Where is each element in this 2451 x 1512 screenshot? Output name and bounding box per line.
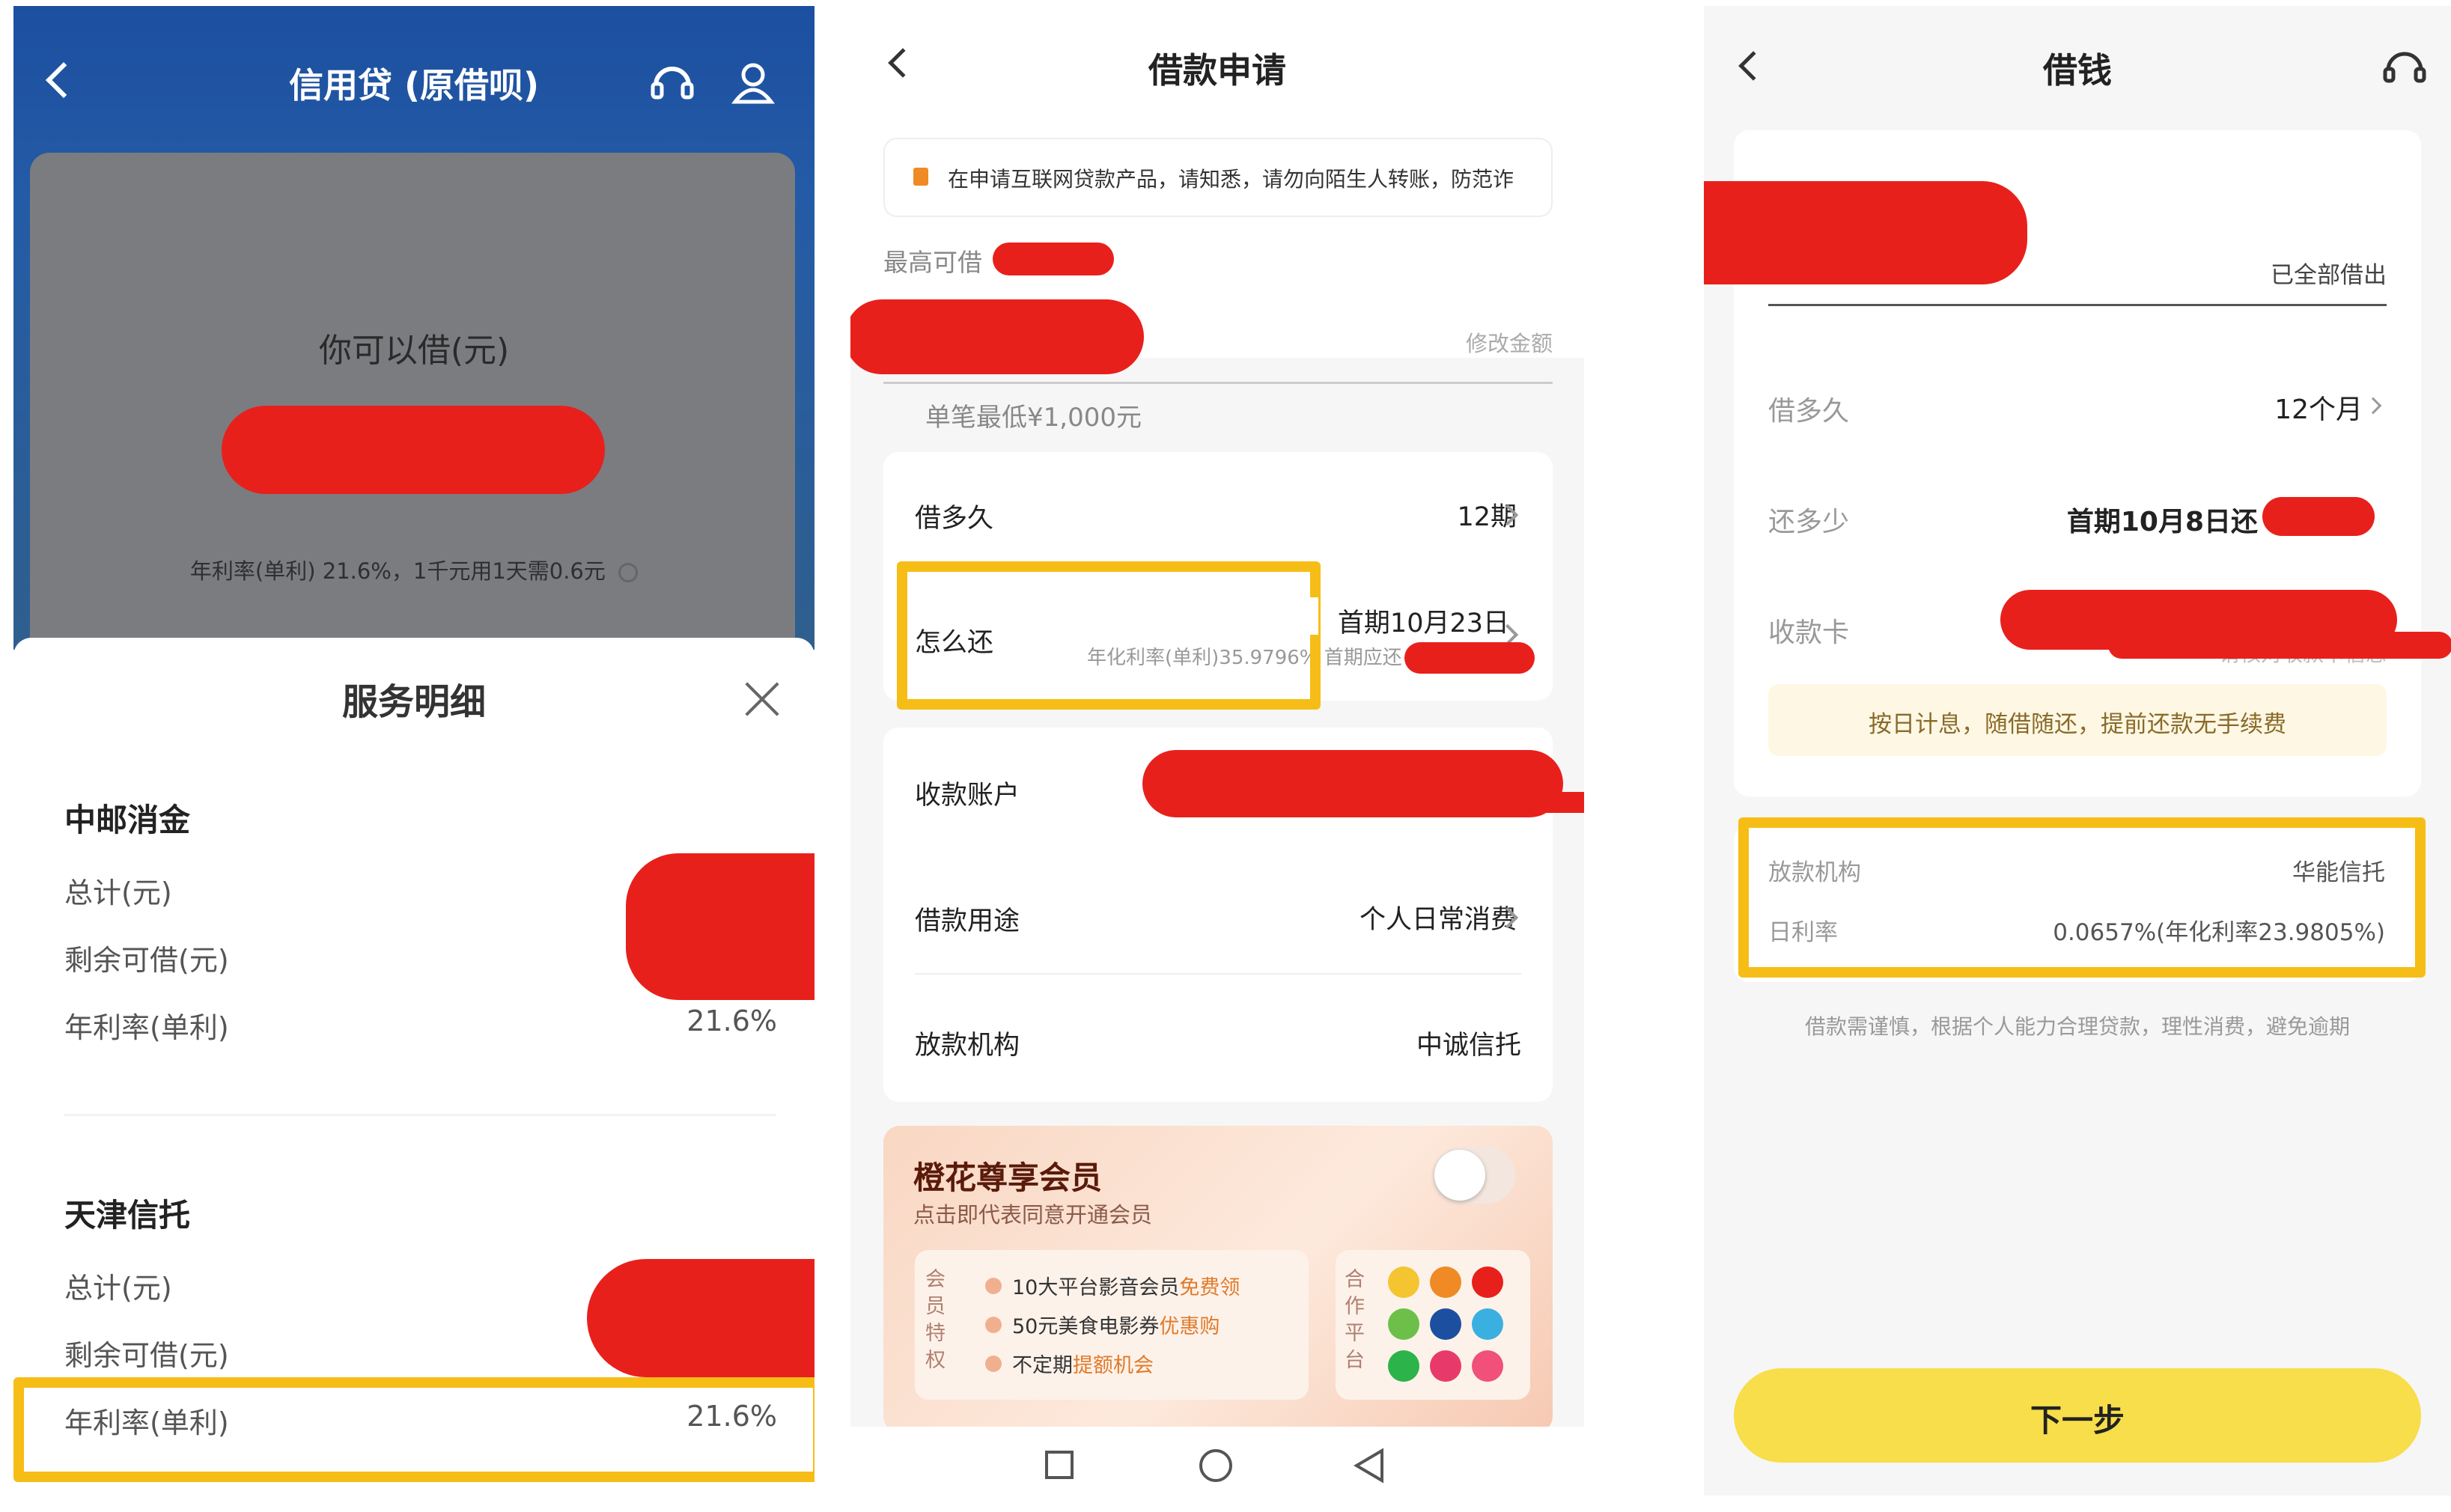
partner-logo-icon	[1388, 1308, 1419, 1340]
triangle-nav-icon[interactable]	[1352, 1448, 1386, 1484]
row-label: 剩余可借(元)	[64, 1339, 229, 1372]
perk-check-icon	[985, 1356, 1002, 1372]
circle-nav-icon[interactable]	[1199, 1449, 1232, 1482]
section-name: 中邮消金	[64, 802, 191, 838]
repay-label: 还多少	[1768, 507, 1850, 537]
term-label: 借多久	[915, 504, 994, 534]
highlight-gap	[1308, 597, 1318, 635]
row-value: 21.6%	[686, 1005, 777, 1037]
min-note: 单笔最低¥1,000元	[925, 403, 1142, 433]
partner-logo-icon	[1430, 1308, 1461, 1340]
lender-value: 中诚信托	[1416, 1031, 1521, 1061]
notice-bar: 在申请互联网贷款产品，请知悉，请勿向陌生人转账，防范诈	[883, 138, 1553, 217]
perk-highlight: 优惠购	[1159, 1315, 1220, 1338]
headset-icon[interactable]	[648, 58, 696, 106]
perk-text: 不定期	[1012, 1354, 1073, 1377]
rate-highlight-box	[13, 1377, 815, 1482]
repay-highlight-box	[897, 561, 1321, 710]
square-nav-icon[interactable]	[1045, 1451, 1074, 1479]
amount-underline	[1768, 304, 2387, 306]
card-label: 收款卡	[1768, 618, 1850, 648]
panel-loan-application: 借款申请 在申请互联网贷款产品，请知悉，请勿向陌生人转账，防范诈 最高可借 修改…	[850, 6, 1584, 1496]
perk-highlight: 提额机会	[1073, 1354, 1154, 1377]
member-toggle[interactable]	[1433, 1147, 1515, 1204]
lender-highlight-box	[1738, 817, 2426, 978]
toggle-knob	[1434, 1150, 1485, 1201]
partner-logo-icon	[1388, 1266, 1419, 1298]
next-button-label: 下一步	[2030, 1402, 2125, 1439]
user-icon[interactable]	[731, 60, 776, 105]
redacted-repay	[1404, 642, 1535, 674]
rate-line-text: 年利率(单利) 21.6%，1千元用1天需0.6元	[189, 558, 606, 584]
redacted-card-tail	[2108, 632, 2451, 659]
partner-logo-icon	[1472, 1266, 1503, 1298]
row-divider	[915, 973, 1521, 975]
perk-item: 10大平台影音会员免费领	[985, 1271, 1240, 1300]
max-label: 最高可借	[883, 248, 982, 277]
footer-note: 借款需谨慎，根据个人能力合理贷款，理性消费，避免逾期	[1804, 1014, 2350, 1039]
perk-check-icon	[985, 1317, 1002, 1333]
daily-interest-text: 按日计息，随借随还，提前还款无手续费	[1869, 711, 2286, 738]
perk-text: 10大平台影音会员	[1012, 1276, 1180, 1299]
next-button[interactable]: 下一步	[1734, 1368, 2421, 1463]
page-title: 借钱	[2043, 50, 2112, 91]
redacted-value	[587, 1259, 815, 1377]
perk-check-icon	[985, 1278, 1002, 1294]
redacted-amount	[850, 299, 1144, 374]
can-borrow-label: 你可以借(元)	[318, 332, 510, 370]
partner-logo-icon	[1430, 1266, 1461, 1298]
redacted-max	[993, 243, 1114, 275]
perk-side-label: 会员特权	[925, 1268, 946, 1372]
term-value[interactable]: 12个月	[2138, 388, 2363, 427]
headset-icon[interactable]	[2382, 45, 2427, 90]
row-label: 总计(元)	[64, 1272, 172, 1305]
partner-side-label: 合作平台	[1345, 1268, 1365, 1372]
amount-underline	[883, 382, 1553, 384]
section-name: 天津信托	[64, 1197, 191, 1234]
row-label: 总计(元)	[64, 877, 172, 909]
speaker-icon	[913, 168, 928, 186]
term-value[interactable]: 12期	[1360, 496, 1517, 534]
account-label: 收款账户	[915, 781, 1020, 811]
member-sub: 点击即代表同意开通会员	[913, 1202, 1153, 1228]
partner-logos	[1388, 1266, 1515, 1386]
row-label: 年利率(单利)	[64, 1011, 229, 1044]
partner-logo-icon	[1388, 1350, 1419, 1382]
purpose-value[interactable]: 个人日常消费	[1255, 898, 1517, 936]
modify-amount-link[interactable]: 修改金额	[1419, 326, 1553, 358]
page-title: 借款申请	[1148, 50, 1286, 91]
section-divider	[64, 1114, 776, 1116]
redacted-value	[626, 853, 815, 1000]
partner-logo-icon	[1472, 1308, 1503, 1340]
repay-value[interactable]: 首期10月8日还	[1988, 500, 2258, 539]
partner-logo-icon	[1472, 1350, 1503, 1382]
notice-text: 在申请互联网贷款产品，请知悉，请勿向陌生人转账，防范诈	[948, 167, 1514, 192]
perk-item: 50元美食电影券优惠购	[985, 1310, 1220, 1339]
perk-item: 不定期提额机会	[985, 1349, 1154, 1378]
redacted-amount	[222, 406, 605, 494]
purpose-label: 借款用途	[915, 906, 1020, 936]
info-icon[interactable]	[618, 563, 639, 582]
redacted-account-tail	[1517, 792, 1584, 813]
close-icon[interactable]	[744, 680, 780, 716]
panel-borrow: 借钱 已全部借出 借多久 12个月 还多少 首期10月8日还 收款卡 请核对收款…	[1704, 6, 2451, 1496]
rate-line: 年利率(单利) 21.6%，1千元用1天需0.6元	[13, 554, 815, 585]
all-lent-label: 已全部借出	[2271, 262, 2387, 289]
sheet-title: 服务明细	[341, 681, 486, 723]
redacted-account	[1142, 750, 1563, 817]
row-label: 剩余可借(元)	[64, 944, 229, 977]
redacted-repay	[2262, 497, 2375, 536]
partner-logo-icon	[1430, 1350, 1461, 1382]
perk-text: 50元美食电影券	[1012, 1315, 1160, 1338]
lender-label: 放款机构	[915, 1031, 1020, 1061]
perk-highlight: 免费领	[1179, 1276, 1240, 1299]
service-detail-sheet: 服务明细 中邮消金 总计(元) 剩余可借(元) 年利率(单利) 21.6% 天津…	[13, 638, 815, 1488]
term-label: 借多久	[1768, 396, 1850, 427]
member-title: 橙花尊享会员	[913, 1159, 1103, 1196]
panel-credit-loan: 信用贷 (原借呗) 你可以借(元) 年利率(单利) 21.6%，1千元用1天需0…	[13, 6, 815, 1488]
redacted-amount	[1704, 181, 2027, 284]
